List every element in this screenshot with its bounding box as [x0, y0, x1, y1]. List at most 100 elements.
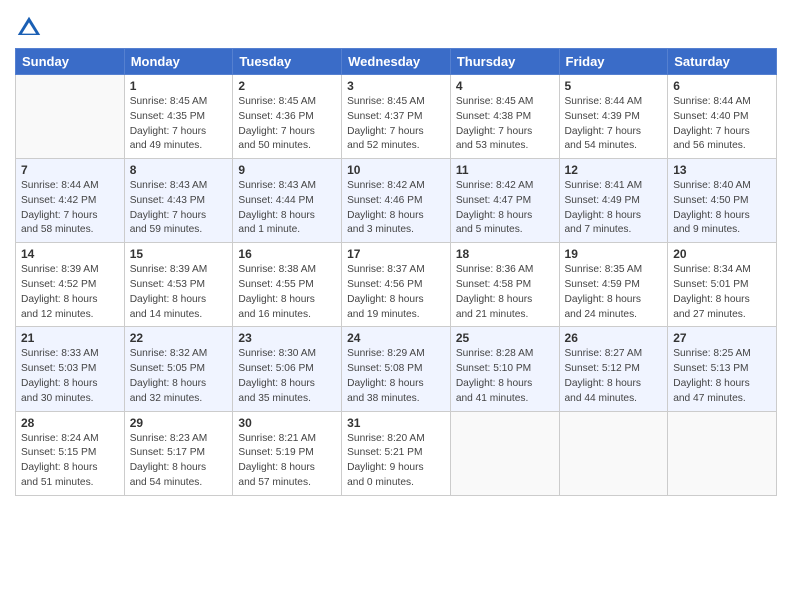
- day-number: 28: [21, 416, 119, 430]
- day-info: Sunrise: 8:27 AMSunset: 5:12 PMDaylight:…: [565, 347, 663, 406]
- logo: [15, 14, 47, 42]
- day-number: 22: [130, 331, 228, 345]
- calendar-cell: 27 Sunrise: 8:25 AMSunset: 5:13 PMDayligh…: [668, 327, 777, 411]
- week-row-1: 1 Sunrise: 8:45 AMSunset: 4:35 PMDaylight…: [16, 75, 777, 159]
- week-row-5: 28 Sunrise: 8:24 AMSunset: 5:15 PMDayligh…: [16, 411, 777, 495]
- calendar-cell: 28 Sunrise: 8:24 AMSunset: 5:15 PMDayligh…: [16, 411, 125, 495]
- day-number: 21: [21, 331, 119, 345]
- day-info: Sunrise: 8:43 AMSunset: 4:43 PMDaylight:…: [130, 179, 228, 238]
- days-header-row: SundayMondayTuesdayWednesdayThursdayFrid…: [16, 49, 777, 75]
- day-number: 4: [456, 79, 554, 93]
- calendar-cell: 2Sunrise: 8:45 AMSunset: 4:36 PMDaylight…: [233, 75, 342, 159]
- calendar-cell: 30Sunrise: 8:21 AMSunset: 5:19 PMDayligh…: [233, 411, 342, 495]
- day-info: Sunrise: 8:42 AMSunset: 4:47 PMDaylight:…: [456, 179, 554, 238]
- day-info: Sunrise: 8:45 AMSunset: 4:37 PMDaylight:…: [347, 95, 445, 154]
- day-number: 25: [456, 331, 554, 345]
- day-info: Sunrise: 8:29 AMSunset: 5:08 PMDaylight:…: [347, 347, 445, 406]
- day-info: Sunrise: 8:21 AMSunset: 5:19 PMDaylight:…: [238, 432, 336, 491]
- logo-icon: [15, 14, 43, 42]
- day-number: 3: [347, 79, 445, 93]
- day-info: Sunrise: 8:40 AMSunset: 4:50 PMDaylight:…: [673, 179, 771, 238]
- day-number: 7: [21, 163, 119, 177]
- day-info: Sunrise: 8:37 AMSunset: 4:56 PMDaylight:…: [347, 263, 445, 322]
- calendar-cell: 10 Sunrise: 8:42 AMSunset: 4:46 PMDayligh…: [342, 159, 451, 243]
- calendar-cell: 6 Sunrise: 8:44 AMSunset: 4:40 PMDaylight…: [668, 75, 777, 159]
- day-info: Sunrise: 8:23 AMSunset: 5:17 PMDaylight:…: [130, 432, 228, 491]
- calendar-cell: 15 Sunrise: 8:39 AMSunset: 4:53 PMDayligh…: [124, 243, 233, 327]
- week-row-3: 14 Sunrise: 8:39 AMSunset: 4:52 PMDayligh…: [16, 243, 777, 327]
- day-number: 14: [21, 247, 119, 261]
- day-info: Sunrise: 8:32 AMSunset: 5:05 PMDaylight:…: [130, 347, 228, 406]
- calendar-cell: 22 Sunrise: 8:32 AMSunset: 5:05 PMDayligh…: [124, 327, 233, 411]
- calendar-cell: 14 Sunrise: 8:39 AMSunset: 4:52 PMDayligh…: [16, 243, 125, 327]
- day-number: 19: [565, 247, 663, 261]
- day-info: Sunrise: 8:45 AMSunset: 4:38 PMDaylight:…: [456, 95, 554, 154]
- calendar-cell: 19Sunrise: 8:35 AMSunset: 4:59 PMDayligh…: [559, 243, 668, 327]
- day-number: 6: [673, 79, 771, 93]
- day-info: Sunrise: 8:41 AMSunset: 4:49 PMDaylight:…: [565, 179, 663, 238]
- day-number: 11: [456, 163, 554, 177]
- day-number: 12: [565, 163, 663, 177]
- calendar-cell: 1 Sunrise: 8:45 AMSunset: 4:35 PMDaylight…: [124, 75, 233, 159]
- calendar-cell: 9Sunrise: 8:43 AMSunset: 4:44 PMDaylight…: [233, 159, 342, 243]
- calendar-cell: 26 Sunrise: 8:27 AMSunset: 5:12 PMDayligh…: [559, 327, 668, 411]
- day-info: Sunrise: 8:24 AMSunset: 5:15 PMDaylight:…: [21, 432, 119, 491]
- day-info: Sunrise: 8:39 AMSunset: 4:53 PMDaylight:…: [130, 263, 228, 322]
- day-header-thursday: Thursday: [450, 49, 559, 75]
- day-number: 16: [238, 247, 336, 261]
- day-info: Sunrise: 8:36 AMSunset: 4:58 PMDaylight:…: [456, 263, 554, 322]
- calendar-cell: 24 Sunrise: 8:29 AMSunset: 5:08 PMDayligh…: [342, 327, 451, 411]
- calendar-table: SundayMondayTuesdayWednesdayThursdayFrid…: [15, 48, 777, 496]
- day-info: Sunrise: 8:39 AMSunset: 4:52 PMDaylight:…: [21, 263, 119, 322]
- calendar-cell: 8Sunrise: 8:43 AMSunset: 4:43 PMDaylight…: [124, 159, 233, 243]
- day-header-tuesday: Tuesday: [233, 49, 342, 75]
- day-number: 26: [565, 331, 663, 345]
- calendar-cell: 12 Sunrise: 8:41 AMSunset: 4:49 PMDayligh…: [559, 159, 668, 243]
- day-number: 29: [130, 416, 228, 430]
- calendar-cell: 5Sunrise: 8:44 AMSunset: 4:39 PMDaylight…: [559, 75, 668, 159]
- calendar-cell: [559, 411, 668, 495]
- week-row-4: 21 Sunrise: 8:33 AMSunset: 5:03 PMDayligh…: [16, 327, 777, 411]
- day-header-saturday: Saturday: [668, 49, 777, 75]
- calendar-cell: 25 Sunrise: 8:28 AMSunset: 5:10 PMDayligh…: [450, 327, 559, 411]
- day-number: 10: [347, 163, 445, 177]
- day-number: 17: [347, 247, 445, 261]
- calendar-cell: 29 Sunrise: 8:23 AMSunset: 5:17 PMDayligh…: [124, 411, 233, 495]
- day-header-wednesday: Wednesday: [342, 49, 451, 75]
- day-header-friday: Friday: [559, 49, 668, 75]
- calendar-cell: 11 Sunrise: 8:42 AMSunset: 4:47 PMDayligh…: [450, 159, 559, 243]
- calendar-cell: 23Sunrise: 8:30 AMSunset: 5:06 PMDayligh…: [233, 327, 342, 411]
- day-header-sunday: Sunday: [16, 49, 125, 75]
- week-row-2: 7 Sunrise: 8:44 AMSunset: 4:42 PMDaylight…: [16, 159, 777, 243]
- day-info: Sunrise: 8:44 AMSunset: 4:40 PMDaylight:…: [673, 95, 771, 154]
- day-info: Sunrise: 8:44 AMSunset: 4:42 PMDaylight:…: [21, 179, 119, 238]
- calendar-cell: 7 Sunrise: 8:44 AMSunset: 4:42 PMDaylight…: [16, 159, 125, 243]
- day-info: Sunrise: 8:45 AMSunset: 4:35 PMDaylight:…: [130, 95, 228, 154]
- day-number: 9: [238, 163, 336, 177]
- calendar-cell: [668, 411, 777, 495]
- day-info: Sunrise: 8:34 AMSunset: 5:01 PMDaylight:…: [673, 263, 771, 322]
- day-number: 2: [238, 79, 336, 93]
- calendar-cell: 31 Sunrise: 8:20 AMSunset: 5:21 PMDayligh…: [342, 411, 451, 495]
- day-number: 24: [347, 331, 445, 345]
- calendar-cell: 21 Sunrise: 8:33 AMSunset: 5:03 PMDayligh…: [16, 327, 125, 411]
- day-info: Sunrise: 8:28 AMSunset: 5:10 PMDaylight:…: [456, 347, 554, 406]
- day-header-monday: Monday: [124, 49, 233, 75]
- day-info: Sunrise: 8:44 AMSunset: 4:39 PMDaylight:…: [565, 95, 663, 154]
- day-number: 27: [673, 331, 771, 345]
- day-info: Sunrise: 8:20 AMSunset: 5:21 PMDaylight:…: [347, 432, 445, 491]
- day-number: 31: [347, 416, 445, 430]
- day-number: 20: [673, 247, 771, 261]
- day-number: 15: [130, 247, 228, 261]
- day-number: 13: [673, 163, 771, 177]
- calendar-cell: 16Sunrise: 8:38 AMSunset: 4:55 PMDayligh…: [233, 243, 342, 327]
- day-info: Sunrise: 8:33 AMSunset: 5:03 PMDaylight:…: [21, 347, 119, 406]
- day-number: 18: [456, 247, 554, 261]
- day-info: Sunrise: 8:42 AMSunset: 4:46 PMDaylight:…: [347, 179, 445, 238]
- day-info: Sunrise: 8:25 AMSunset: 5:13 PMDaylight:…: [673, 347, 771, 406]
- header-area: [15, 10, 777, 42]
- page: SundayMondayTuesdayWednesdayThursdayFrid…: [0, 0, 792, 612]
- day-number: 1: [130, 79, 228, 93]
- calendar-cell: 3 Sunrise: 8:45 AMSunset: 4:37 PMDaylight…: [342, 75, 451, 159]
- calendar-cell: [16, 75, 125, 159]
